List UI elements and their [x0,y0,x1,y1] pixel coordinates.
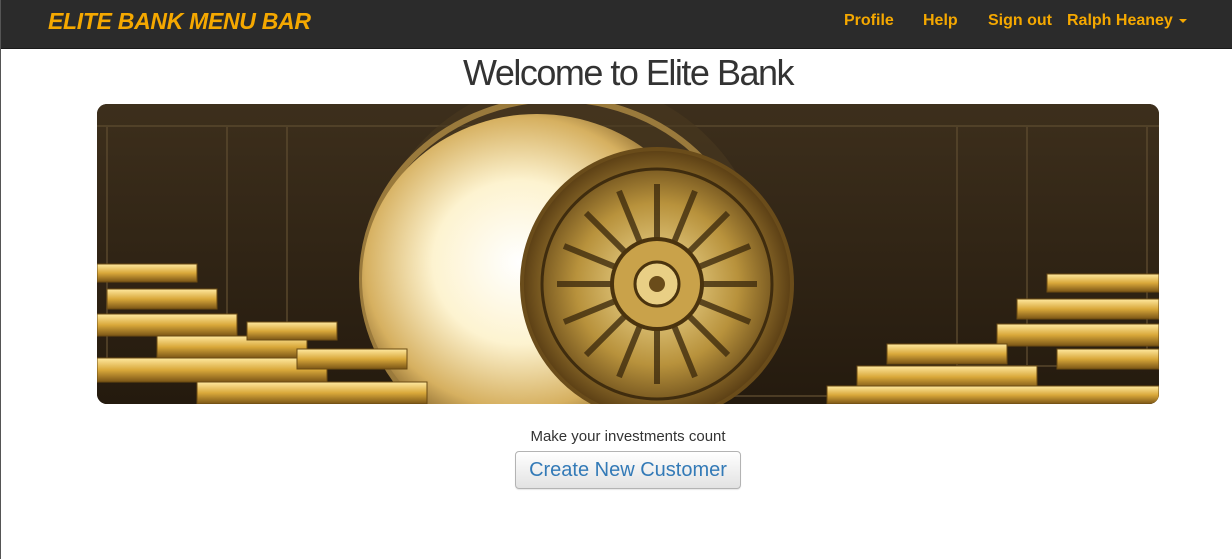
brand-title[interactable]: ELITE BANK MENU BAR [48,8,311,35]
profile-link[interactable]: Profile [844,12,894,30]
top-navbar: ELITE BANK MENU BAR Profile Help Sign ou… [1,0,1232,49]
create-new-customer-button[interactable]: Create New Customer [515,451,741,489]
caret-down-icon [1178,18,1187,23]
tagline-text: Make your investments count [530,428,726,445]
user-menu-dropdown[interactable]: Ralph Heaney [1067,12,1187,30]
vault-banner-image [97,104,1159,404]
help-link[interactable]: Help [923,12,958,30]
page-title: Welcome to Elite Bank [463,52,795,93]
user-menu-label: Ralph Heaney [1067,12,1173,29]
sign-out-link[interactable]: Sign out [988,12,1052,30]
